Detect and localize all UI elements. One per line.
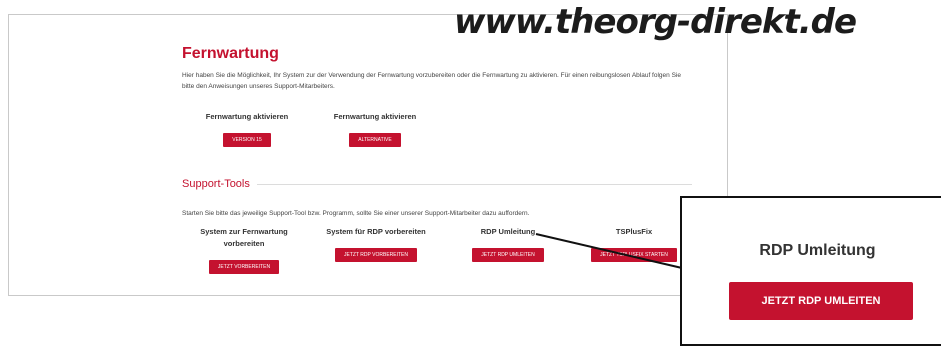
zoom-callout: RDP Umleitung JETZT RDP UMLEITEN [680, 196, 941, 346]
zoom-jetzt-rdp-umleiten-button[interactable]: JETZT RDP UMLEITEN [729, 282, 913, 320]
callout-line [535, 233, 683, 269]
zoom-label: RDP Umleitung [759, 242, 876, 259]
